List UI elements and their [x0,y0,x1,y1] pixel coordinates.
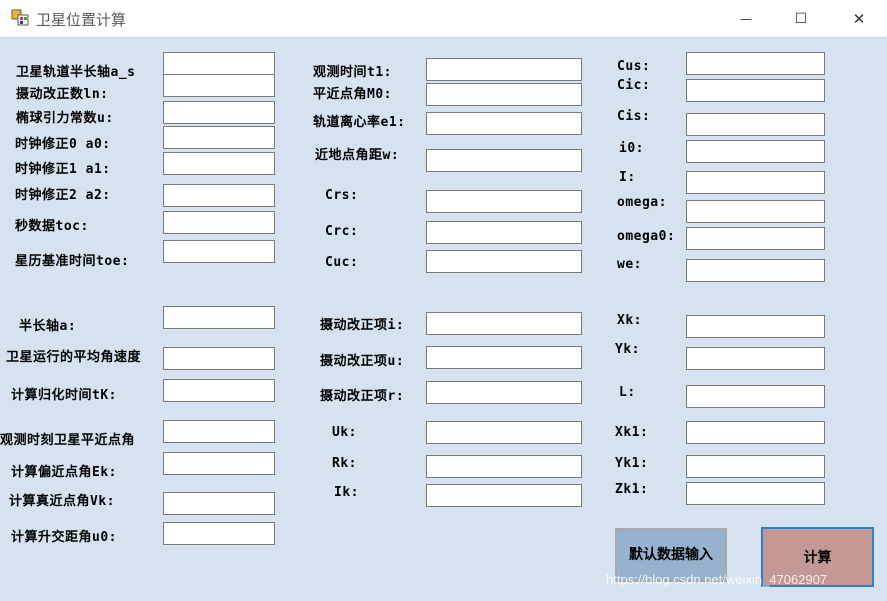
label-ik: Ik: [334,485,359,500]
input-vk[interactable] [163,492,275,515]
close-icon: ✕ [852,9,866,28]
input-cis[interactable] [686,113,825,136]
label-cic: Cic: [617,78,651,93]
watermark: https://blog.csdn.net/weixin_47062907 [606,572,828,587]
label-dr: 摄动改正项r: [320,389,405,404]
maximize-button[interactable]: ☐ [778,0,824,37]
input-zk1[interactable] [686,482,825,505]
input-cic[interactable] [686,79,825,102]
input-uk[interactable] [426,421,582,444]
label-cus: Cus: [617,59,651,74]
input-l[interactable] [686,385,825,408]
label-crs: Crs: [325,188,359,203]
input-a0[interactable] [163,126,275,149]
label-yk: Yk: [615,342,640,357]
label-tk: 计算归化时间tK: [11,388,117,403]
label-vk: 计算真近点角Vk: [9,494,115,509]
label-ek: 计算偏近点角Ek: [11,465,117,480]
title-bar: 卫星位置计算 — ☐ ✕ [0,0,887,38]
label-ln: 摄动改正数ln: [16,87,109,102]
minimize-button[interactable]: — [723,0,769,37]
input-cus[interactable] [686,52,825,75]
label-m0: 平近点角M0: [313,87,392,102]
label-we: we: [617,257,642,272]
input-m0[interactable] [426,83,582,106]
input-omega0[interactable] [686,227,825,250]
input-xk[interactable] [686,315,825,338]
label-mean-motion: 卫星运行的平均角速度 [6,350,142,365]
input-crs[interactable] [426,190,582,213]
input-a-s[interactable] [163,52,275,75]
input-i0[interactable] [686,140,825,163]
input-yk[interactable] [686,347,825,370]
label-rk: Rk: [332,456,357,471]
input-a2[interactable] [163,184,275,207]
input-cuc[interactable] [426,250,582,273]
label-omega: omega: [617,195,667,210]
input-ik[interactable] [426,484,582,507]
input-a[interactable] [163,306,275,329]
input-we[interactable] [686,259,825,282]
input-toc[interactable] [163,211,275,234]
input-ek[interactable] [163,452,275,475]
label-l: L: [619,385,636,400]
label-i0: i0: [619,141,644,156]
input-yk1[interactable] [686,455,825,478]
input-rk[interactable] [426,455,582,478]
input-w[interactable] [426,149,582,172]
label-a: 半长轴a: [19,319,77,334]
label-xk: Xk: [617,313,642,328]
input-i[interactable] [686,171,825,194]
label-cuc: Cuc: [325,255,359,270]
input-dr[interactable] [426,381,582,404]
input-u[interactable] [163,101,275,124]
label-uk: Uk: [332,425,357,440]
input-crc[interactable] [426,221,582,244]
label-yk1: Yk1: [615,456,649,471]
input-ln[interactable] [163,74,275,97]
label-a-s: 卫星轨道半长轴a_s [16,65,136,80]
label-xk1: Xk1: [615,425,649,440]
input-di[interactable] [426,312,582,335]
label-crc: Crc: [325,224,359,239]
label-a1: 时钟修正1 a1: [15,162,111,177]
label-a0: 时钟修正0 a0: [15,137,111,152]
input-tk[interactable] [163,379,275,402]
minimize-icon: — [740,11,752,26]
label-i: I: [619,170,636,185]
input-toe[interactable] [163,240,275,263]
label-cis: Cis: [617,109,651,124]
label-t1: 观测时间t1: [313,65,392,80]
input-u0[interactable] [163,522,275,545]
maximize-icon: ☐ [794,10,808,27]
input-xk1[interactable] [686,421,825,444]
label-a2: 时钟修正2 a2: [15,188,111,203]
label-di: 摄动改正项i: [320,318,405,333]
close-button[interactable]: ✕ [836,0,882,37]
label-u: 椭球引力常数u: [16,111,114,126]
label-du: 摄动改正项u: [320,354,405,369]
label-w: 近地点角距w: [315,148,400,163]
label-toc: 秒数据toc: [15,219,89,234]
label-zk1: Zk1: [615,482,649,497]
label-u0: 计算升交距角u0: [11,530,117,545]
input-mean-motion[interactable] [163,347,275,370]
app-icon [11,9,29,26]
label-omega0: omega0: [617,229,676,244]
window-title: 卫星位置计算 [36,11,127,29]
input-omega[interactable] [686,200,825,223]
label-toe: 星历基准时间toe: [15,254,130,269]
input-mean-anomaly[interactable] [163,420,275,443]
input-du[interactable] [426,346,582,369]
input-t1[interactable] [426,58,582,81]
label-e1: 轨道离心率e1: [313,115,406,130]
input-e1[interactable] [426,112,582,135]
label-mean-anomaly: 观测时刻卫星平近点角 [0,433,136,448]
input-a1[interactable] [163,152,275,175]
